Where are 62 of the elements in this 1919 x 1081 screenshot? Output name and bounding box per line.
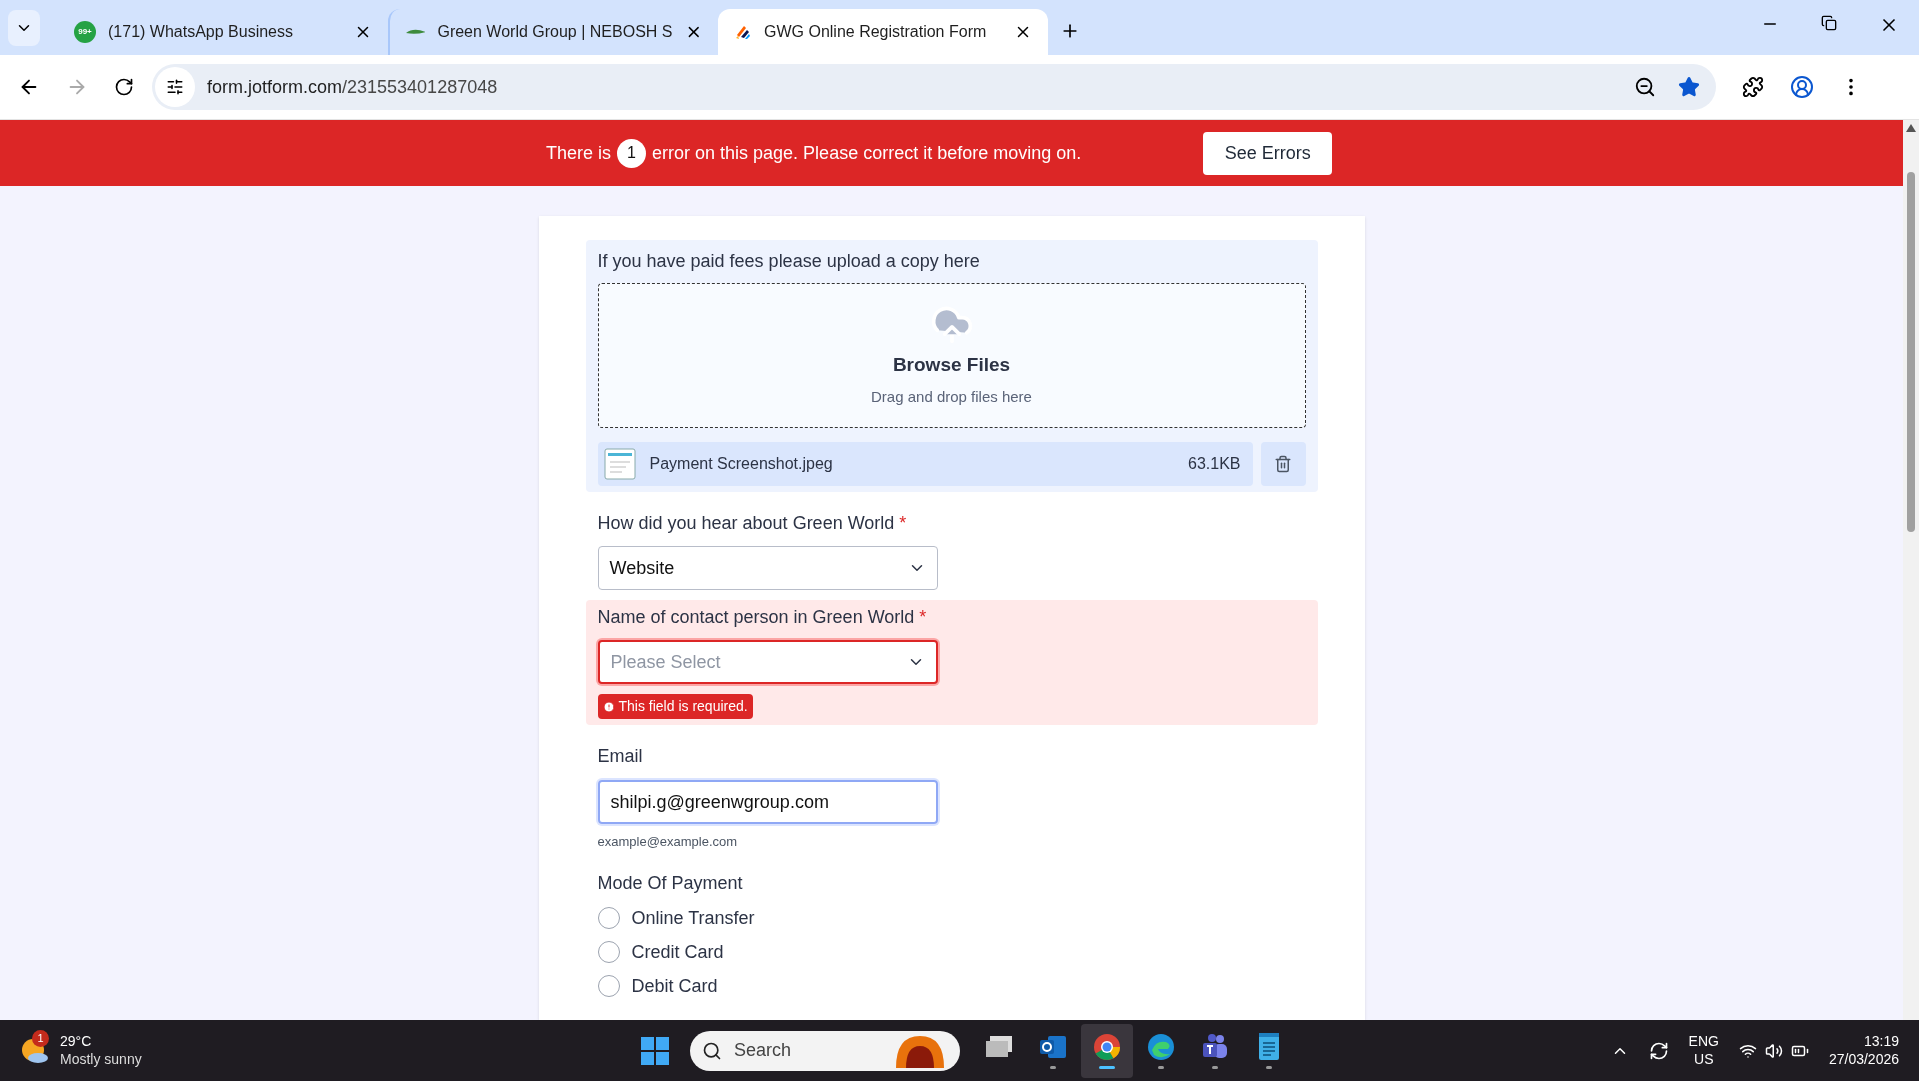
field-label: How did you hear about Green World bbox=[597, 512, 895, 535]
browser-tab[interactable]: GWG Online Registration Form bbox=[718, 9, 1048, 55]
language-code[interactable]: ENG bbox=[1688, 1033, 1719, 1051]
wave-app-icon[interactable] bbox=[1146, 1032, 1176, 1062]
field-hint: example@example.com bbox=[597, 833, 739, 851]
address-bar[interactable]: form.jotform.com/231553401287048 bbox=[152, 64, 1716, 110]
drop-zone[interactable]: Browse Files Drag and drop files here bbox=[597, 283, 1306, 428]
clock-date[interactable]: 27/03/2026 bbox=[1828, 1050, 1899, 1068]
trash-icon bbox=[1274, 455, 1292, 473]
bookmark-star-icon[interactable] bbox=[1678, 76, 1700, 98]
required-asterisk: * bbox=[919, 606, 927, 629]
error-text: This field is required. bbox=[618, 697, 748, 716]
browse-title: Browse Files bbox=[892, 353, 1011, 377]
leaf-icon bbox=[406, 27, 426, 37]
url-text: form.jotform.com/231553401287048 bbox=[207, 75, 498, 99]
reload-icon[interactable] bbox=[114, 77, 134, 97]
alert-icon bbox=[602, 700, 615, 713]
volume-icon[interactable] bbox=[1764, 1041, 1783, 1060]
sync-icon[interactable] bbox=[1648, 1040, 1669, 1061]
start-icon[interactable] bbox=[640, 1035, 670, 1066]
tab-title: GWG Online Registration Form bbox=[764, 22, 988, 42]
chat-icon: 99+ bbox=[74, 21, 96, 43]
tab-title: Green World Group | NEBOSH S bbox=[437, 22, 673, 42]
weather-condition: Mostly sunny bbox=[60, 1050, 142, 1068]
file-size: 63.1KB bbox=[1188, 454, 1241, 474]
tab-title: (171) WhatsApp Business bbox=[108, 22, 294, 42]
pencil-logo-icon bbox=[734, 23, 752, 41]
file-thumbnail-icon bbox=[603, 448, 636, 480]
field-label: If you have paid fees please upload a copy here bbox=[597, 250, 981, 273]
scrollbar[interactable] bbox=[1903, 120, 1919, 1020]
error-message: There is 1 error on this page. Please correct it before moving on. bbox=[546, 138, 1082, 168]
taskbar-search-field[interactable]: Search bbox=[690, 1030, 960, 1071]
radio-option[interactable]: Credit Card bbox=[597, 938, 1306, 965]
notepad-app-icon[interactable] bbox=[1256, 1032, 1282, 1062]
delete-file-button[interactable] bbox=[1260, 442, 1306, 486]
weather-temperature: 29°C bbox=[60, 1033, 93, 1051]
notification-badge: 1 bbox=[32, 1029, 49, 1047]
radio-option[interactable]: Online Transfer bbox=[597, 904, 1306, 931]
extensions-icon[interactable] bbox=[1742, 76, 1764, 98]
field-label: Mode Of Payment bbox=[597, 871, 743, 895]
field-label: Name of contact person in Green World bbox=[597, 606, 915, 629]
scroll-up-arrow-icon[interactable] bbox=[1906, 124, 1916, 132]
browser-app-icon[interactable] bbox=[1092, 1032, 1122, 1062]
scroll-thumb[interactable] bbox=[1907, 172, 1915, 532]
profile-icon[interactable] bbox=[1790, 75, 1814, 99]
taskbar-app[interactable] bbox=[1081, 1023, 1133, 1078]
see-errors-button[interactable]: See Errors bbox=[1203, 131, 1333, 175]
search-icon bbox=[702, 1040, 722, 1061]
email-field[interactable]: shilpi.g@greenwgroup.com bbox=[597, 780, 938, 824]
field-label: Email bbox=[597, 745, 643, 768]
site-settings-icon[interactable] bbox=[166, 78, 184, 96]
region-code[interactable]: US bbox=[1694, 1050, 1714, 1068]
required-asterisk: * bbox=[899, 512, 907, 535]
restore-icon[interactable] bbox=[1821, 15, 1837, 31]
radio-option[interactable]: Debit Card bbox=[597, 972, 1306, 999]
clock-time[interactable]: 13:19 bbox=[1863, 1033, 1899, 1051]
drop-hint: Drag and drop files here bbox=[871, 386, 1032, 407]
browser-tab[interactable]: 99+ (171) WhatsApp Business bbox=[58, 9, 388, 55]
file-name: Payment Screenshot.jpeg bbox=[649, 454, 834, 474]
zoom-icon[interactable] bbox=[1634, 76, 1656, 98]
window-stack-icon[interactable] bbox=[984, 1034, 1014, 1060]
dropdown-field[interactable]: Website bbox=[597, 546, 938, 590]
